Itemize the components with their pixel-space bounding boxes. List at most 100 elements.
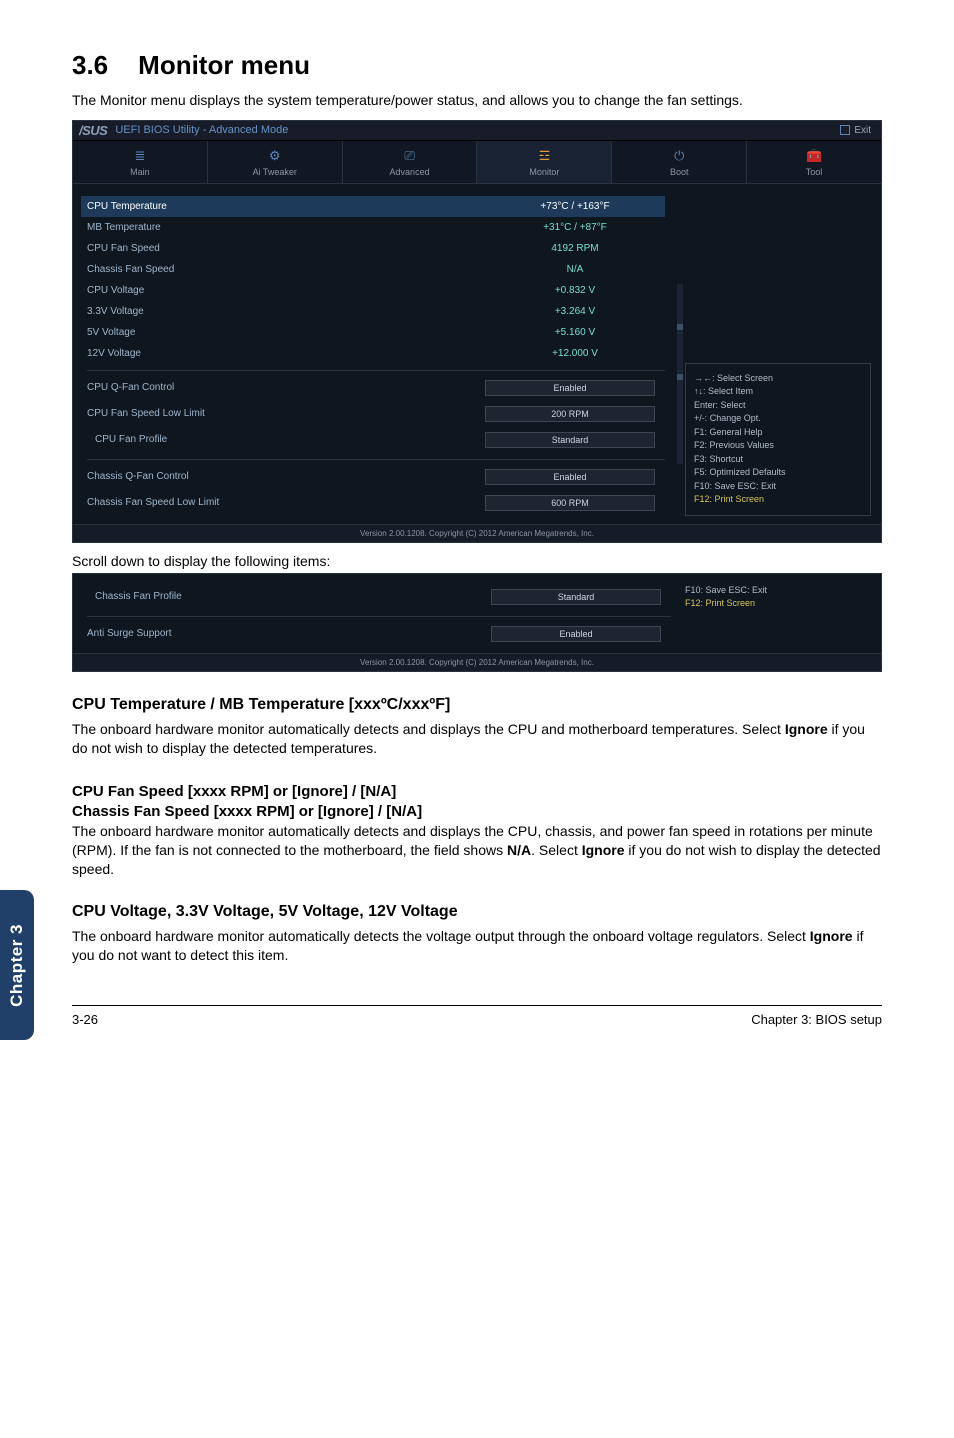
bios2-main-panel: Chassis Fan Profile Standard Anti Surge … xyxy=(73,574,681,653)
help-line: F2: Previous Values xyxy=(694,439,862,453)
row-chassis-fan-speed[interactable]: Chassis Fan Speed N/A xyxy=(87,259,665,280)
help-line: F10: Save ESC: Exit xyxy=(685,584,871,598)
help-keys-box: →←: Select Screen ↑↓: Select Item Enter:… xyxy=(685,363,871,516)
row-label: 5V Voltage xyxy=(87,327,485,338)
row-cpu-voltage[interactable]: CPU Voltage +0.832 V xyxy=(87,280,665,301)
row-chassis-fan-profile[interactable]: Chassis Fan Profile Standard xyxy=(87,584,671,610)
select-value[interactable]: Enabled xyxy=(485,469,655,485)
tab-main[interactable]: ≣ Main xyxy=(73,141,208,183)
subhead-cpu-temp: CPU Temperature / MB Temperature [xxxºC/… xyxy=(72,696,882,714)
row-label: Chassis Q-Fan Control xyxy=(87,471,485,482)
paragraph: The onboard hardware monitor automatical… xyxy=(72,822,882,879)
row-value: 4192 RPM xyxy=(485,243,665,254)
page-footer: 3-26 Chapter 3: BIOS setup xyxy=(72,1005,882,1027)
tab-boot[interactable]: ⏻ Boot xyxy=(612,141,747,183)
select-value[interactable]: Standard xyxy=(491,589,661,605)
row-label: CPU Temperature xyxy=(87,201,485,212)
help-line: F12: Print Screen xyxy=(694,493,862,507)
row-cpu-temp[interactable]: CPU Temperature +73°C / +163°F xyxy=(81,196,665,217)
tab-advanced[interactable]: ⎚ Advanced xyxy=(343,141,478,183)
row-label: Chassis Fan Speed xyxy=(87,264,485,275)
toolbox-icon: 🧰 xyxy=(804,149,824,163)
subhead-fan-speed: CPU Fan Speed [xxxx RPM] or [Ignore] / [… xyxy=(72,782,882,823)
select-value[interactable]: 200 RPM xyxy=(485,406,655,422)
row-value: +3.264 V xyxy=(485,306,665,317)
row-label: MB Temperature xyxy=(87,222,485,233)
paragraph: The onboard hardware monitor automatical… xyxy=(72,720,882,758)
row-label: CPU Q-Fan Control xyxy=(87,382,485,393)
select-value[interactable]: 600 RPM xyxy=(485,495,655,511)
row-anti-surge[interactable]: Anti Surge Support Enabled xyxy=(87,621,671,647)
help-line: F12: Print Screen xyxy=(685,597,871,611)
help-line: Enter: Select xyxy=(694,399,862,413)
help-line: →←: Select Screen xyxy=(694,372,862,386)
row-5v-voltage[interactable]: 5V Voltage +5.160 V xyxy=(87,322,665,343)
row-3v3-voltage[interactable]: 3.3V Voltage +3.264 V xyxy=(87,301,665,322)
row-value: +73°C / +163°F xyxy=(485,201,665,212)
bios-nav-tabs: ≣ Main ⚙ Ai Tweaker ⎚ Advanced ☲ Monitor… xyxy=(73,141,881,184)
row-cpu-fan-low-limit[interactable]: CPU Fan Speed Low Limit 200 RPM xyxy=(87,401,665,427)
tab-ai-tweaker[interactable]: ⚙ Ai Tweaker xyxy=(208,141,343,183)
list-icon: ≣ xyxy=(130,149,150,163)
bios-help-panel: →←: Select Screen ↑↓: Select Item Enter:… xyxy=(681,184,881,524)
tab-boot-label: Boot xyxy=(670,167,689,177)
section-title-text: Monitor menu xyxy=(138,50,310,80)
bios-titlebar: /SUS UEFI BIOS Utility - Advanced Mode E… xyxy=(73,121,881,141)
section-number: 3.6 xyxy=(72,50,108,81)
row-value: N/A xyxy=(485,264,665,275)
bios2-help-panel: F10: Save ESC: Exit F12: Print Screen xyxy=(681,574,881,653)
exit-button[interactable]: Exit xyxy=(840,125,871,136)
bios-brand: /SUS UEFI BIOS Utility - Advanced Mode xyxy=(79,123,288,138)
row-label: Anti Surge Support xyxy=(87,628,491,639)
chip-icon: ⎚ xyxy=(400,149,420,163)
exit-label: Exit xyxy=(854,125,871,136)
separator xyxy=(87,370,665,371)
row-value: +31°C / +87°F xyxy=(485,222,665,233)
bios-screenshot: /SUS UEFI BIOS Utility - Advanced Mode E… xyxy=(72,120,882,543)
chapter-footer-label: Chapter 3: BIOS setup xyxy=(751,1012,882,1027)
row-label: 12V Voltage xyxy=(87,348,485,359)
row-cpu-fan-speed[interactable]: CPU Fan Speed 4192 RPM xyxy=(87,238,665,259)
bios-main-panel: CPU Temperature +73°C / +163°F MB Temper… xyxy=(73,184,675,524)
intro-paragraph: The Monitor menu displays the system tem… xyxy=(72,91,882,110)
row-12v-voltage[interactable]: 12V Voltage +12.000 V xyxy=(87,343,665,364)
select-value[interactable]: Enabled xyxy=(485,380,655,396)
subhead-line2: Chassis Fan Speed [xxxx RPM] or [Ignore]… xyxy=(72,803,422,820)
row-label: CPU Fan Speed xyxy=(87,243,485,254)
scroll-thumb-icon xyxy=(677,324,683,330)
tab-tool[interactable]: 🧰 Tool xyxy=(747,141,881,183)
scrollbar[interactable] xyxy=(675,184,681,524)
row-label: CPU Fan Speed Low Limit xyxy=(87,408,485,419)
tab-monitor[interactable]: ☲ Monitor xyxy=(477,141,612,183)
tab-advanced-label: Advanced xyxy=(390,167,430,177)
scroll-thumb-icon xyxy=(677,374,683,380)
subhead-voltages: CPU Voltage, 3.3V Voltage, 5V Voltage, 1… xyxy=(72,903,882,921)
separator xyxy=(87,616,671,617)
row-mb-temp[interactable]: MB Temperature +31°C / +87°F xyxy=(87,217,665,238)
bios-screenshot-scrolled: Chassis Fan Profile Standard Anti Surge … xyxy=(72,573,882,672)
row-label: CPU Fan Profile xyxy=(87,434,485,445)
row-value: +0.832 V xyxy=(485,285,665,296)
gear-icon: ⚙ xyxy=(265,149,285,163)
row-value: +12.000 V xyxy=(485,348,665,359)
row-value: +5.160 V xyxy=(485,327,665,338)
row-cpu-qfan[interactable]: CPU Q-Fan Control Enabled xyxy=(87,375,665,401)
exit-icon xyxy=(840,125,850,135)
asus-logo: /SUS xyxy=(79,123,107,138)
select-value[interactable]: Enabled xyxy=(491,626,661,642)
bios-title-text: UEFI BIOS Utility - Advanced Mode xyxy=(115,124,288,136)
select-value[interactable]: Standard xyxy=(485,432,655,448)
row-cpu-fan-profile[interactable]: CPU Fan Profile Standard xyxy=(87,427,665,453)
help-line: F3: Shortcut xyxy=(694,453,862,467)
separator xyxy=(87,459,665,460)
row-label: Chassis Fan Speed Low Limit xyxy=(87,497,485,508)
help-line: F5: Optimized Defaults xyxy=(694,466,862,480)
chapter-side-tab: Chapter 3 xyxy=(0,890,34,1040)
section-heading: 3.6 Monitor menu xyxy=(72,50,882,81)
row-chassis-fan-low-limit[interactable]: Chassis Fan Speed Low Limit 600 RPM xyxy=(87,490,665,516)
row-chassis-qfan[interactable]: Chassis Q-Fan Control Enabled xyxy=(87,464,665,490)
help-line: F10: Save ESC: Exit xyxy=(694,480,862,494)
chapter-side-tab-label: Chapter 3 xyxy=(7,924,27,1007)
bios-footer: Version 2.00.1208. Copyright (C) 2012 Am… xyxy=(73,653,881,671)
tab-tool-label: Tool xyxy=(806,167,823,177)
